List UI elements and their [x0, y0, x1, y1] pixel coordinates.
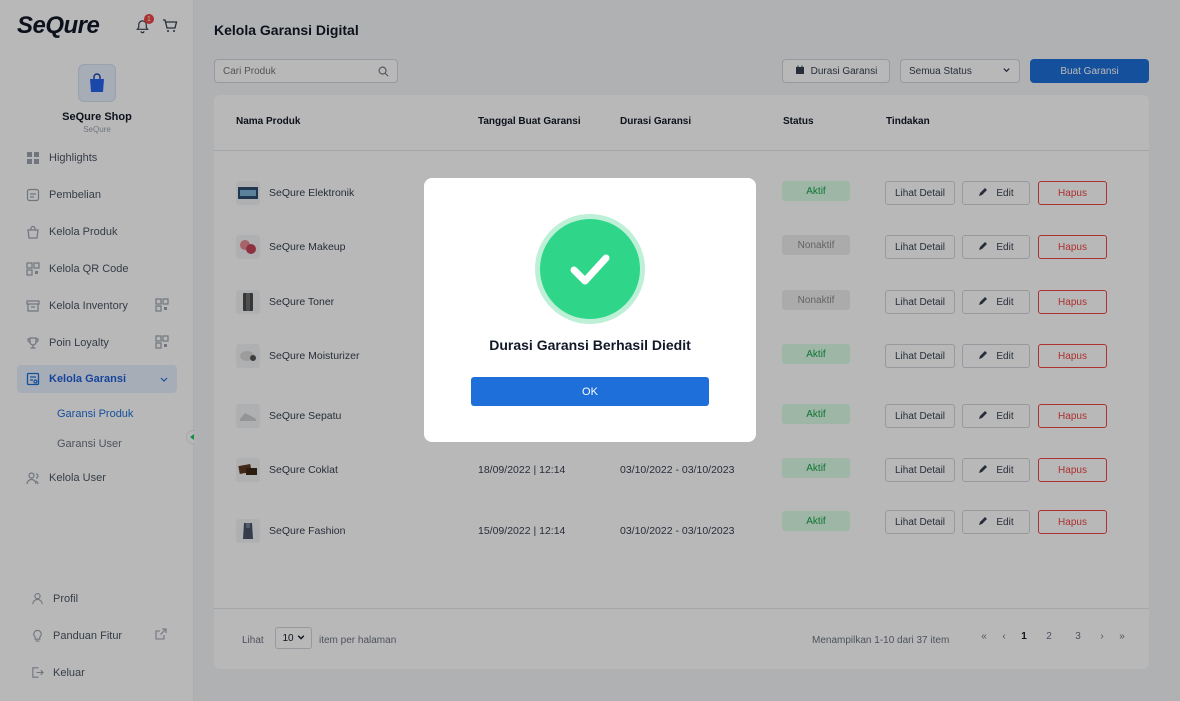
success-icon-ring: [535, 214, 645, 324]
success-modal: Durasi Garansi Berhasil Diedit OK: [424, 178, 756, 442]
check-circle-icon: [540, 219, 640, 319]
modal-title: Durasi Garansi Berhasil Diedit: [489, 337, 691, 353]
ok-button[interactable]: OK: [471, 377, 709, 406]
checkmark-icon: [570, 254, 610, 285]
